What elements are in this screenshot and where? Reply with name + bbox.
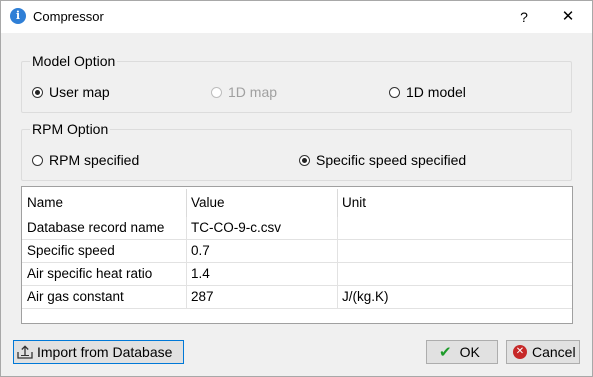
radio-user-map-label: User map <box>49 84 110 100</box>
cell-unit <box>337 217 572 239</box>
radio-rpm-specified[interactable]: RPM specified <box>32 152 139 168</box>
radio-specific-speed-specified-label: Specific speed specified <box>316 152 467 168</box>
cell-name: Air gas constant <box>27 289 124 304</box>
info-icon: i <box>10 8 26 24</box>
radio-user-map[interactable]: User map <box>32 84 110 100</box>
cell-name: Specific speed <box>27 243 115 258</box>
radio-circle[interactable] <box>389 86 400 98</box>
header-divider <box>186 189 187 217</box>
column-header-unit[interactable]: Unit <box>337 189 572 217</box>
radio-circle-checked[interactable] <box>299 154 310 166</box>
close-button[interactable]: ✕ <box>557 7 579 27</box>
table-row[interactable]: Specific speed 0.7 <box>22 240 572 262</box>
import-from-database-button[interactable]: Import from Database <box>13 340 184 364</box>
column-divider <box>186 217 187 309</box>
radio-circle-disabled <box>211 86 222 98</box>
help-button[interactable]: ? <box>513 7 535 27</box>
radio-circle-checked[interactable] <box>32 86 43 98</box>
radio-circle[interactable] <box>32 154 43 166</box>
table-row[interactable]: Air specific heat ratio 1.4 <box>22 263 572 285</box>
cell-unit: J/(kg.K) <box>342 289 389 304</box>
cancel-button-label: Cancel <box>532 344 576 360</box>
ok-button[interactable]: ✔ OK <box>426 340 498 364</box>
cancel-button[interactable]: ✕ Cancel <box>506 340 580 364</box>
title-bar: i Compressor ? ✕ <box>1 1 592 33</box>
cell-name: Air specific heat ratio <box>27 266 153 281</box>
table-row[interactable]: Air gas constant 287 J/(kg.K) <box>22 286 572 308</box>
cell-unit <box>337 240 572 262</box>
radio-1d-map: 1D map <box>211 84 277 100</box>
cell-unit <box>337 263 572 285</box>
import-button-label: Import from Database <box>37 344 173 360</box>
radio-1d-model-label: 1D model <box>406 84 466 100</box>
window-title: Compressor <box>33 9 104 24</box>
table-header: Name Value Unit <box>22 189 572 217</box>
checkmark-icon: ✔ <box>439 344 452 361</box>
compressor-dialog: i Compressor ? ✕ Model Option User map 1… <box>0 0 593 377</box>
header-divider <box>337 189 338 217</box>
cell-value[interactable]: 1.4 <box>186 263 337 285</box>
row-divider <box>22 308 572 309</box>
cell-value[interactable]: 0.7 <box>186 240 337 262</box>
radio-rpm-specified-label: RPM specified <box>49 152 140 168</box>
radio-1d-model[interactable]: 1D model <box>389 84 466 100</box>
cell-name: Database record name <box>27 220 165 235</box>
cancel-circle-icon: ✕ <box>513 345 527 359</box>
property-table[interactable]: Name Value Unit Database record name TC-… <box>21 186 573 324</box>
upload-icon <box>17 345 33 359</box>
radio-specific-speed-specified[interactable]: Specific speed specified <box>299 152 466 168</box>
column-header-value[interactable]: Value <box>186 189 337 217</box>
table-row[interactable]: Database record name TC-CO-9-c.csv <box>22 217 572 239</box>
column-header-name[interactable]: Name <box>22 189 186 217</box>
rpm-option-title: RPM Option <box>30 121 111 137</box>
cell-value[interactable]: TC-CO-9-c.csv <box>186 217 337 239</box>
radio-1d-map-label: 1D map <box>228 84 278 100</box>
column-divider <box>337 217 338 309</box>
model-option-title: Model Option <box>30 53 118 69</box>
ok-button-label: OK <box>459 344 480 360</box>
cell-value[interactable]: 287 <box>186 286 337 308</box>
